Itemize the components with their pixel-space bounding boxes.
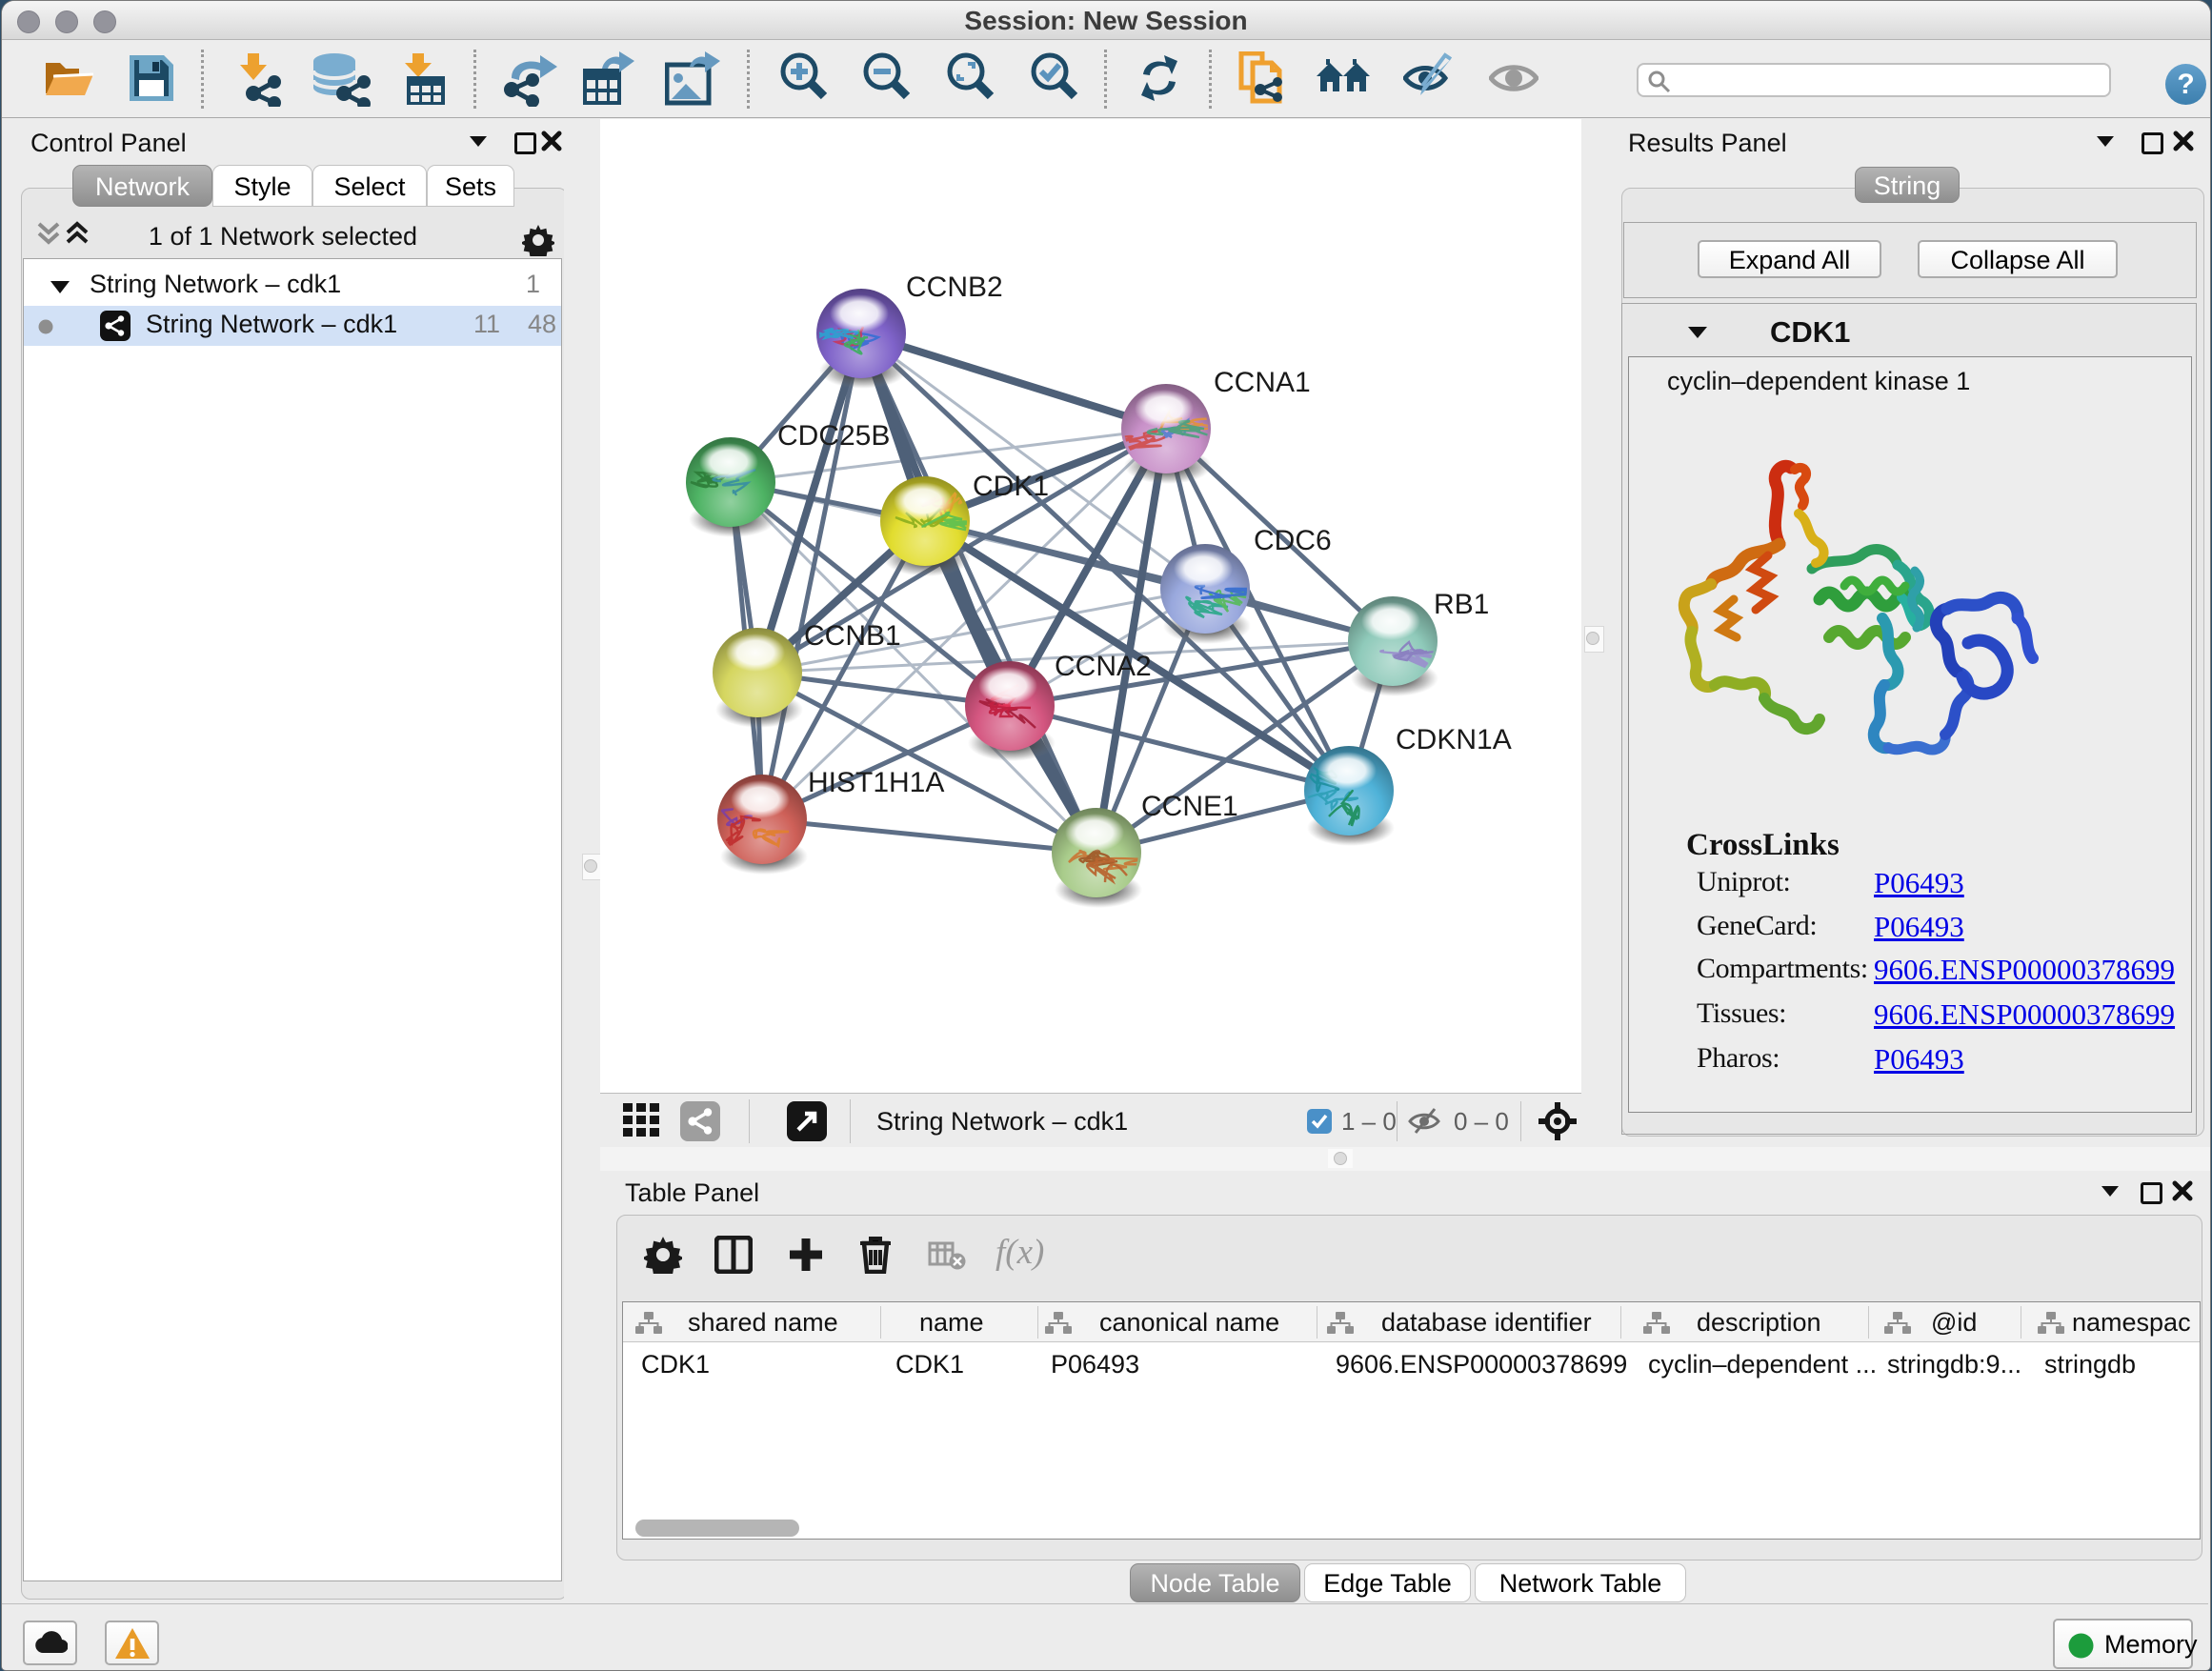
svg-text:CDC6: CDC6 bbox=[1254, 525, 1332, 556]
svg-text:CCNE1: CCNE1 bbox=[1141, 791, 1238, 822]
svg-text:CDKN1A: CDKN1A bbox=[1396, 724, 1512, 755]
svg-text:RB1: RB1 bbox=[1434, 589, 1489, 620]
svg-text:CCNA1: CCNA1 bbox=[1214, 367, 1311, 398]
svg-text:CCNA2: CCNA2 bbox=[1055, 651, 1152, 682]
svg-text:HIST1H1A: HIST1H1A bbox=[808, 767, 944, 798]
svg-text:CDK1: CDK1 bbox=[973, 471, 1049, 502]
svg-text:CDC25B: CDC25B bbox=[777, 420, 890, 452]
svg-text:CCNB2: CCNB2 bbox=[906, 272, 1003, 303]
svg-text:CCNB1: CCNB1 bbox=[804, 620, 901, 652]
